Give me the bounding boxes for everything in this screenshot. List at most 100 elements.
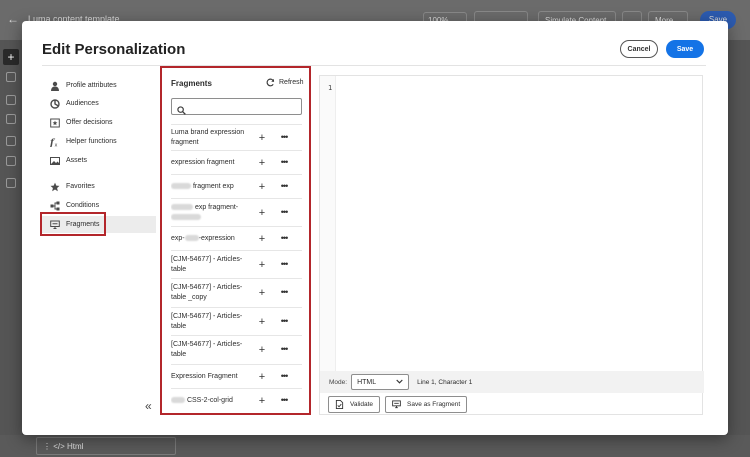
redacted-text [171,182,191,189]
more-icon[interactable]: ••• [277,181,291,193]
background-rail-icon [6,178,16,188]
nav-item-profile-attributes[interactable]: Profile attributes [42,77,156,94]
audiences-icon [50,98,60,109]
editor-status-bar: Mode: HTML Line 1, Character 1 [320,371,704,393]
mode-label: Mode: [329,378,348,386]
list-item[interactable]: exp- -expression + ••• [171,227,302,251]
cursor-position: Line 1, Character 1 [417,378,473,386]
more-icon[interactable]: ••• [277,316,291,328]
star-icon [50,182,60,192]
add-icon[interactable]: + [256,371,268,383]
svg-text:x: x [55,142,58,147]
background-rail-icon [6,114,16,124]
list-item[interactable]: fragment exp + ••• [171,175,302,199]
add-icon[interactable]: + [256,157,268,169]
list-item[interactable]: [CJM-54677] - Articles-table + ••• [171,308,302,336]
background-rail-icon [6,95,16,105]
more-icon[interactable]: ••• [277,259,291,271]
add-icon[interactable]: + [256,287,268,299]
more-icon[interactable]: ••• [277,395,291,407]
fragment-label: Luma brand expression fragment [171,128,245,146]
list-item[interactable]: expression fragment + ••• [171,151,302,175]
validate-label: Validate [350,401,374,408]
edit-personalization-modal: Edit Personalization Cancel Save Profile… [22,21,728,435]
nav-item-label: Conditions [66,202,100,209]
mode-select[interactable]: HTML [351,374,410,390]
mode-value: HTML [357,378,377,386]
fragment-label-prefix: exp- [171,234,185,242]
fragment-label: -expression [198,234,235,242]
refresh-button[interactable]: Refresh [266,78,304,87]
more-icon[interactable]: ••• [277,287,291,299]
background-rail-icon [6,72,16,82]
add-icon[interactable]: + [256,344,268,356]
person-icon [50,81,60,91]
editor-gutter: 1 [320,76,336,391]
fragment-label: [CJM-54677] - Articles-table [171,341,243,358]
refresh-label: Refresh [279,79,304,86]
list-item[interactable]: Expression Fragment + ••• [171,365,302,389]
add-icon[interactable]: + [256,207,268,219]
document-check-icon [335,400,344,409]
save-as-fragment-label: Save as Fragment [407,401,461,408]
save-as-fragment-button[interactable]: Save as Fragment [385,396,468,413]
add-icon[interactable]: + [256,395,268,407]
header-divider [42,65,706,66]
function-icon: fx [50,137,60,147]
nav-item-label: Assets [66,157,88,164]
add-icon[interactable]: + [256,181,268,193]
fragment-icon [392,400,401,409]
background-add-icon: + [3,49,19,65]
offer-icon [50,118,60,128]
add-icon[interactable]: + [256,259,268,271]
fragments-list: Luma brand expression fragment + ••• exp… [171,124,302,411]
list-item[interactable]: exp fragment- + ••• [171,199,302,227]
list-item[interactable]: [CJM-54677] - Articles-table + ••• [171,251,302,279]
more-icon[interactable]: ••• [277,371,291,383]
search-input[interactable] [186,103,301,110]
fragment-label: Expression Fragment [171,372,238,380]
code-editor[interactable]: 1 Mode: HTML Line 1, Character 1 Validat… [319,75,704,416]
more-icon[interactable]: ••• [277,157,291,169]
fragment-label: fragment exp [192,182,234,190]
list-item[interactable]: [CJM-54677] - Articles-table + ••• [171,336,302,365]
fragments-panel: Fragments Refresh Luma brand expression … [160,66,311,415]
validate-button[interactable]: Validate [328,396,381,413]
fragments-title: Fragments [171,79,212,88]
editor-actions: Validate Save as Fragment [320,393,704,416]
fragments-search [171,98,302,115]
list-item[interactable]: [CJM-54677] - Articles-table _copy + ••• [171,279,302,308]
back-arrow-icon: ← [7,12,19,26]
more-icon[interactable]: ••• [277,233,291,245]
list-item[interactable]: CSS-2-col-grid + ••• [171,389,302,411]
nav-item-offer-decisions[interactable]: Offer decisions [42,114,156,131]
redacted-text [184,234,199,241]
more-icon[interactable]: ••• [277,132,291,144]
fragment-label: exp fragment- [194,203,239,211]
save-button[interactable]: Save [666,40,704,58]
cancel-button[interactable]: Cancel [620,40,658,58]
line-number: 1 [328,84,333,92]
modal-title: Edit Personalization [42,41,186,58]
more-icon[interactable]: ••• [277,207,291,219]
nav-item-audiences[interactable]: Audiences [42,95,156,112]
nav-item-helper-functions[interactable]: fx Helper functions [42,133,156,150]
add-icon[interactable]: + [256,132,268,144]
add-icon[interactable]: + [256,316,268,328]
fragment-label: [CJM-54677] - Articles-table [171,255,243,273]
more-icon[interactable]: ••• [277,344,291,356]
collapse-panel-icon[interactable]: « [145,399,152,413]
nav-item-assets[interactable]: Assets [42,152,156,169]
redacted-text [171,396,185,403]
image-icon [50,156,60,166]
background-html-item: ⋮ </> Html [36,437,176,455]
background-rail-icon [6,136,16,146]
add-icon[interactable]: + [256,233,268,245]
fragment-label: [CJM-54677] - Articles-table [171,312,243,330]
redacted-text [171,213,201,220]
background-rail-icon [6,156,16,166]
list-item[interactable]: Luma brand expression fragment + ••• [171,125,302,151]
nav-item-favorites[interactable]: Favorites [42,178,156,195]
fragment-label: [CJM-54677] - Articles-table _copy [171,284,243,301]
refresh-icon [266,78,275,87]
